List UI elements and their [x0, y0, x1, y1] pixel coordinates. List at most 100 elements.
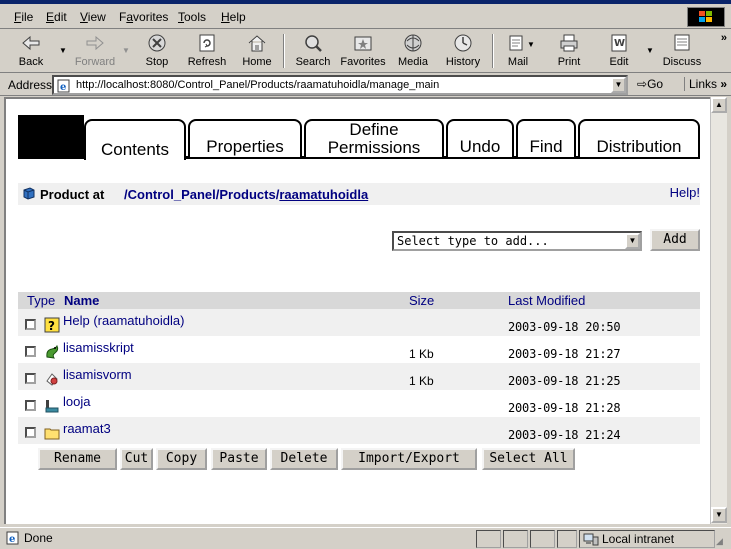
edit-dropdown-icon[interactable]: ▼	[646, 46, 654, 55]
back-dropdown-icon[interactable]: ▼	[59, 46, 67, 55]
zone-label: Local intranet	[602, 532, 675, 546]
breadcrumb-label: Product at	[40, 187, 105, 202]
row-name-link[interactable]: lisamisvorm	[63, 367, 132, 382]
column-header-modified[interactable]: Last Modified	[508, 293, 585, 308]
column-header-type[interactable]: Type	[27, 293, 55, 308]
status-text: Done	[24, 531, 53, 545]
table-row: lisamisskript 1 Kb 2003-09-18 21:27	[18, 336, 700, 363]
edit-button[interactable]: W Edit	[604, 32, 634, 70]
forward-button[interactable]: Forward	[72, 32, 118, 70]
import-export-button[interactable]: Import/Export	[341, 448, 477, 470]
status-bar: e Done Local intranet ◢	[0, 527, 731, 549]
refresh-button[interactable]: Refresh	[184, 32, 230, 70]
toolbar-separator	[283, 34, 285, 68]
tab-find[interactable]: Find	[516, 119, 576, 157]
page-content: Contents Properties Define Permissions Un…	[4, 97, 710, 524]
status-panel	[530, 530, 555, 548]
media-icon	[404, 34, 422, 52]
printer-icon	[560, 34, 578, 52]
column-header-name[interactable]: Name	[64, 293, 99, 308]
row-checkbox[interactable]	[25, 427, 36, 438]
history-button[interactable]: History	[442, 32, 484, 70]
zone-panel: Local intranet	[579, 530, 715, 548]
go-arrow-icon: ⇨	[637, 77, 648, 91]
row-checkbox[interactable]	[25, 346, 36, 357]
address-input[interactable]: e http://localhost:8080/Control_Panel/Pr…	[52, 75, 628, 95]
go-button[interactable]: ⇨Go	[637, 77, 663, 91]
breadcrumb: Product at /Control_Panel/Products/raama…	[18, 183, 700, 205]
discuss-button[interactable]: Discuss	[660, 32, 704, 70]
print-button[interactable]: Print	[552, 32, 586, 70]
list-header: Type Name Size Last Modified	[18, 292, 700, 309]
tab-distribution[interactable]: Distribution	[578, 119, 700, 157]
row-name-link[interactable]: looja	[63, 394, 90, 409]
row-checkbox[interactable]	[25, 373, 36, 384]
refresh-icon	[199, 34, 215, 52]
cut-button[interactable]: Cut	[120, 448, 153, 470]
menu-edit[interactable]: Edit	[46, 10, 67, 24]
forward-arrow-icon	[86, 35, 104, 51]
history-icon	[454, 34, 472, 52]
product-icon	[22, 186, 36, 203]
help-link[interactable]: Help!	[670, 185, 700, 200]
home-button[interactable]: Home	[238, 32, 276, 70]
row-name-link[interactable]: Help (raamatuhoidla)	[63, 313, 184, 328]
menu-view[interactable]: View	[80, 10, 106, 24]
copy-button[interactable]: Copy	[156, 448, 207, 470]
forward-dropdown-icon[interactable]: ▼	[122, 46, 130, 55]
menu-tools[interactable]: Tools	[178, 10, 206, 24]
favorites-button[interactable]: Favorites	[339, 32, 387, 70]
scroll-up-icon[interactable]: ▲	[711, 97, 727, 113]
media-button[interactable]: Media	[394, 32, 432, 70]
paste-button[interactable]: Paste	[211, 448, 267, 470]
favorites-icon	[354, 36, 372, 51]
back-button[interactable]: Back	[12, 32, 50, 70]
menu-help[interactable]: Help	[221, 10, 246, 24]
column-header-size[interactable]: Size	[409, 293, 434, 308]
breadcrumb-link-raamatuhoidla[interactable]: raamatuhoidla	[279, 187, 368, 202]
breadcrumb-link-control-panel[interactable]: Control_Panel	[128, 187, 216, 202]
help-topic-icon: ?	[44, 317, 60, 333]
select-all-button[interactable]: Select All	[482, 448, 575, 470]
svg-text:W: W	[614, 38, 625, 49]
folder-icon	[44, 425, 60, 441]
resize-grip-icon[interactable]: ◢	[716, 536, 723, 547]
toolbar-more-button[interactable]: »	[721, 32, 727, 44]
delete-button[interactable]: Delete	[270, 448, 338, 470]
menu-file[interactable]: File	[14, 10, 33, 24]
row-name-link[interactable]: raamat3	[63, 421, 111, 436]
status-panel	[503, 530, 528, 548]
status-panel	[476, 530, 501, 548]
tab-undo[interactable]: Undo	[446, 119, 514, 157]
chevron-down-icon: ▼	[625, 233, 640, 249]
ie-page-icon: e	[57, 79, 71, 96]
mail-dropdown-icon[interactable]: ▼	[527, 40, 535, 49]
add-button[interactable]: Add	[650, 229, 700, 251]
breadcrumb-link-products[interactable]: Products	[219, 187, 275, 202]
stop-icon	[148, 34, 166, 52]
mail-button[interactable]: Mail	[500, 32, 536, 70]
factory-icon	[44, 398, 60, 414]
vertical-scrollbar[interactable]: ▲ ▼	[710, 97, 727, 524]
stop-button[interactable]: Stop	[140, 32, 174, 70]
menu-favorites[interactable]: Favorites	[119, 10, 168, 24]
svg-text:e: e	[9, 534, 15, 545]
links-button[interactable]: Links »	[684, 77, 727, 91]
row-checkbox[interactable]	[25, 400, 36, 411]
svg-text:e: e	[60, 82, 66, 93]
address-dropdown-icon[interactable]: ▼	[611, 77, 626, 93]
svg-text:?: ?	[48, 319, 55, 333]
table-row: raamat3 2003-09-18 21:24	[18, 417, 700, 444]
row-name-link[interactable]: lisamisskript	[63, 340, 134, 355]
tabs-logo-block	[18, 115, 84, 156]
tab-define-permissions[interactable]: Define Permissions	[304, 119, 444, 157]
scroll-down-icon[interactable]: ▼	[711, 507, 727, 523]
search-button[interactable]: Search	[292, 32, 334, 70]
word-edit-icon: W	[611, 34, 627, 52]
add-type-select[interactable]: Select type to add... ▼	[392, 231, 642, 251]
tab-properties[interactable]: Properties	[188, 119, 302, 157]
rename-button[interactable]: Rename	[38, 448, 117, 470]
tab-contents[interactable]: Contents	[84, 119, 186, 160]
row-checkbox[interactable]	[25, 319, 36, 330]
toolbar-separator	[492, 34, 494, 68]
